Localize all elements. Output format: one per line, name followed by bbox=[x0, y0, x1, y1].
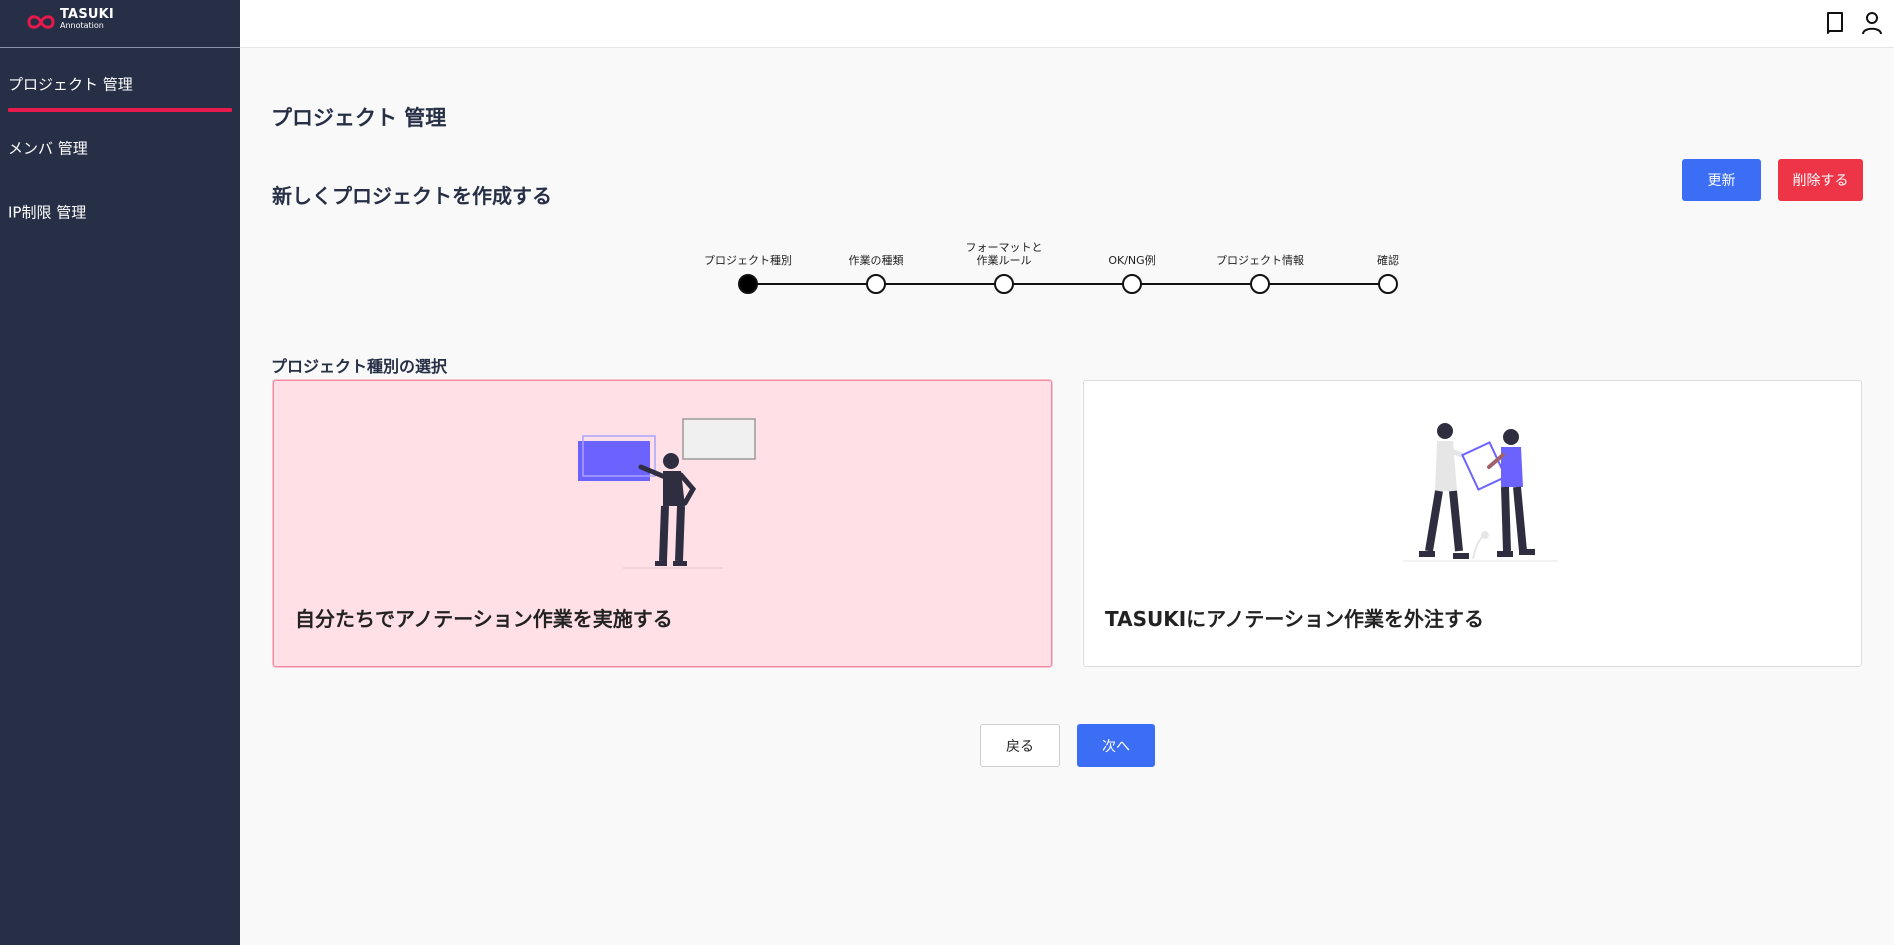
step-label: 作業の種類 bbox=[848, 254, 904, 268]
collaboration-illustration-icon bbox=[1402, 423, 1558, 562]
step-dot bbox=[1122, 274, 1142, 294]
step-project-info: プロジェクト情報 bbox=[1205, 236, 1315, 294]
progress-stepper: プロジェクト種別 作業の種類 フォーマットと 作業ルール OK/NG例 プロジェ… bbox=[700, 236, 1400, 296]
section-title: 新しくプロジェクトを作成する bbox=[272, 184, 552, 208]
top-header bbox=[240, 0, 1894, 48]
step-confirm: 確認 bbox=[1333, 236, 1443, 294]
book-icon[interactable] bbox=[1820, 8, 1850, 38]
project-type-selection-title: プロジェクト種別の選択 bbox=[271, 357, 448, 376]
presenter-illustration-icon bbox=[577, 418, 756, 569]
step-label: フォーマットと 作業ルール bbox=[965, 240, 1043, 268]
step-label: プロジェクト情報 bbox=[1216, 254, 1304, 268]
step-work-type: 作業の種類 bbox=[821, 236, 931, 294]
sidebar-item-label: IP制限 管理 bbox=[8, 203, 87, 222]
page-title: プロジェクト 管理 bbox=[271, 106, 447, 130]
step-dot bbox=[994, 274, 1014, 294]
delete-button[interactable]: 削除する bbox=[1778, 159, 1863, 201]
sidebar-item-label: メンバ 管理 bbox=[8, 139, 88, 158]
sidebar-item-member-management[interactable]: メンバ 管理 bbox=[0, 120, 240, 176]
update-button[interactable]: 更新 bbox=[1682, 159, 1761, 201]
sidebar-item-project-management[interactable]: プロジェクト 管理 bbox=[0, 56, 240, 112]
tasuki-logo-icon bbox=[27, 15, 55, 29]
step-project-type: プロジェクト種別 bbox=[693, 236, 803, 294]
step-label: プロジェクト種別 bbox=[704, 254, 792, 268]
logo[interactable]: TASUKI Annotation bbox=[0, 0, 240, 48]
step-dot bbox=[1378, 274, 1398, 294]
active-indicator bbox=[8, 108, 232, 112]
sidebar-item-label: プロジェクト 管理 bbox=[8, 75, 133, 94]
step-dot bbox=[866, 274, 886, 294]
step-label: OK/NG例 bbox=[1108, 254, 1156, 268]
sidebar-item-ip-restriction[interactable]: IP制限 管理 bbox=[0, 184, 240, 240]
back-button[interactable]: 戻る bbox=[980, 724, 1060, 767]
logo-subtitle: Annotation bbox=[60, 21, 104, 30]
step-dot bbox=[1250, 274, 1270, 294]
step-format-rules: フォーマットと 作業ルール bbox=[949, 236, 1059, 294]
option-card-label: TASUKIにアノテーション作業を外注する bbox=[1105, 607, 1484, 631]
option-card-label: 自分たちでアノテーション作業を実施する bbox=[295, 607, 673, 631]
option-card-outsource[interactable]: TASUKIにアノテーション作業を外注する bbox=[1083, 380, 1862, 667]
logo-title: TASUKI bbox=[60, 7, 114, 22]
sidebar: TASUKI Annotation プロジェクト 管理 メンバ 管理 IP制限 … bbox=[0, 0, 240, 945]
step-dot-current bbox=[738, 274, 758, 294]
option-card-self-annotation[interactable]: 自分たちでアノテーション作業を実施する bbox=[273, 380, 1052, 667]
next-button[interactable]: 次へ bbox=[1077, 724, 1155, 767]
step-label: 確認 bbox=[1377, 254, 1399, 268]
user-icon[interactable] bbox=[1857, 8, 1887, 38]
step-ok-ng-examples: OK/NG例 bbox=[1077, 236, 1187, 294]
